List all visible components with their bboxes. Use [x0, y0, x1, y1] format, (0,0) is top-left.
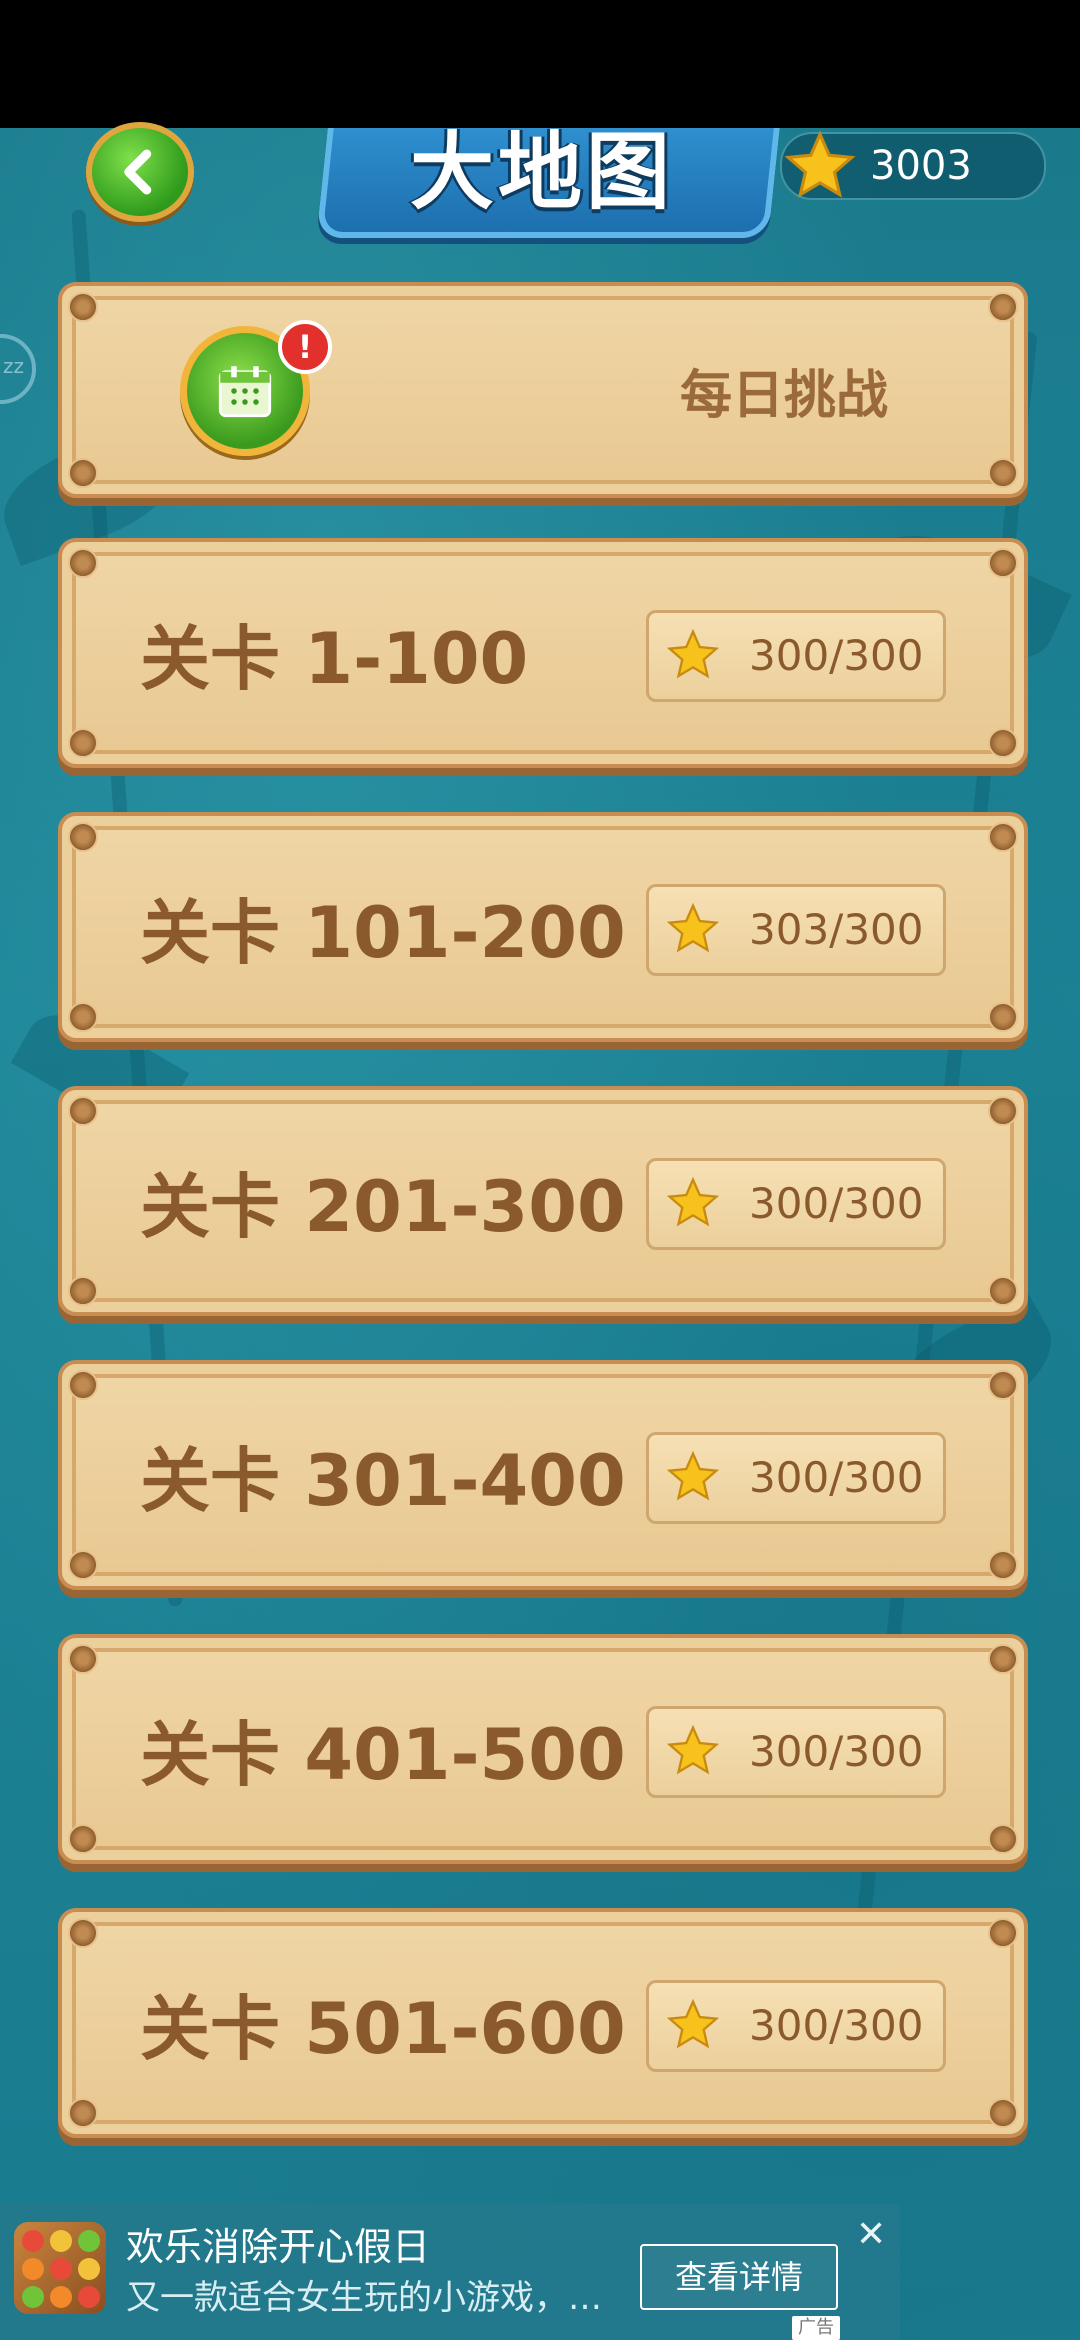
star-counter: 3003 — [780, 130, 1046, 200]
level-label: 关卡 201-300 — [140, 1165, 626, 1248]
daily-challenge-panel[interactable]: ! 每日挑战 — [58, 282, 1028, 498]
star-icon — [666, 628, 720, 679]
exclamation-icon: ! — [278, 320, 332, 374]
level-panel-401-500[interactable]: 关卡 401-500 300/300 — [58, 1634, 1028, 1864]
score-text: 300/300 — [749, 1179, 924, 1228]
level-panel-501-600[interactable]: 关卡 501-600 300/300 — [58, 1908, 1028, 2138]
status-bar — [0, 0, 1080, 128]
ad-app-icon — [14, 2222, 106, 2314]
ad-tag: 广告 — [792, 2316, 840, 2340]
back-button[interactable] — [86, 122, 194, 222]
score-text: 300/300 — [749, 631, 924, 680]
star-icon — [784, 130, 856, 198]
level-label: 关卡 101-200 — [140, 891, 626, 974]
ad-details-button[interactable]: 查看详情 — [640, 2244, 838, 2310]
level-panel-1-100[interactable]: 关卡 1-100 300/300 — [58, 538, 1028, 768]
close-icon[interactable]: ✕ — [856, 2214, 886, 2255]
score-text: 300/300 — [749, 2001, 924, 2050]
score-text: 303/300 — [749, 905, 924, 954]
daily-challenge-label: 每日挑战 — [679, 365, 888, 426]
ad-title: 欢乐消除开心假日 — [126, 2225, 431, 2269]
score-text: 300/300 — [749, 1453, 924, 1502]
ad-banner[interactable]: 欢乐消除开心假日 又一款适合女生玩的小游戏，… 查看详情 ✕ 广告 — [0, 2204, 900, 2340]
score-box: 300/300 — [646, 1980, 946, 2072]
score-text: 300/300 — [749, 1727, 924, 1776]
score-box: 300/300 — [646, 610, 946, 702]
score-box: 300/300 — [646, 1706, 946, 1798]
level-label: 关卡 401-500 — [140, 1713, 626, 1796]
level-panel-301-400[interactable]: 关卡 301-400 300/300 — [58, 1360, 1028, 1590]
ad-description: 又一款适合女生玩的小游戏，… — [126, 2278, 602, 2318]
score-box: 300/300 — [646, 1432, 946, 1524]
star-icon — [666, 1998, 720, 2049]
side-button-label: zz — [3, 354, 24, 378]
level-label: 关卡 301-400 — [140, 1439, 626, 1522]
star-icon — [666, 1724, 720, 1775]
star-icon — [666, 902, 720, 953]
level-label: 关卡 1-100 — [140, 617, 529, 700]
score-box: 303/300 — [646, 884, 946, 976]
star-icon — [666, 1176, 720, 1227]
star-icon — [666, 1450, 720, 1501]
star-total: 3003 — [870, 143, 972, 189]
score-box: 300/300 — [646, 1158, 946, 1250]
chevron-left-icon — [124, 149, 152, 195]
level-panel-101-200[interactable]: 关卡 101-200 303/300 — [58, 812, 1028, 1042]
page-title: 大地图 — [409, 123, 674, 221]
level-label: 关卡 501-600 — [140, 1987, 626, 2070]
level-panel-201-300[interactable]: 关卡 201-300 300/300 — [58, 1086, 1028, 1316]
